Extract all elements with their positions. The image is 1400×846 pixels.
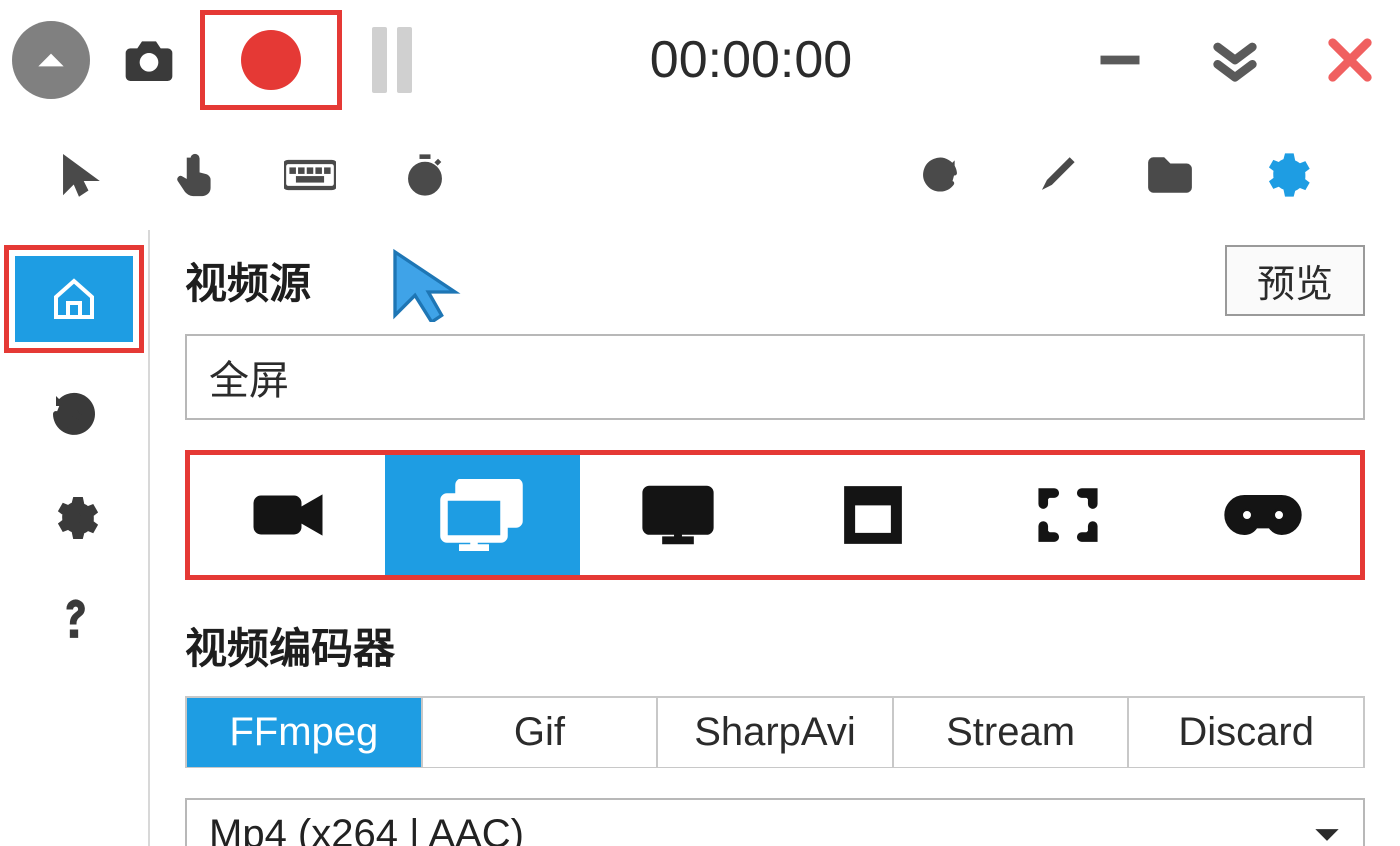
camera-video-icon [252,487,324,543]
record-icon [241,30,301,90]
sidebar-item-home-highlight [4,245,144,353]
window-icon [840,482,906,548]
expand-up-icon [32,41,70,79]
keystroke-capture-button[interactable] [275,140,345,210]
minimize-button[interactable] [1090,30,1150,90]
pause-icon [372,27,387,93]
preview-button[interactable]: 预览 [1225,245,1365,316]
encoder-tab-sharpavi[interactable]: SharpAvi [657,697,893,768]
source-gamepad[interactable] [1165,455,1360,575]
output-format-value: Mp4 (x264 | AAC) [209,812,1313,846]
monitor-icon [640,483,716,547]
video-encoder-title: 视频编码器 [185,615,1365,676]
collapse-down-icon [1209,34,1261,86]
close-button[interactable] [1320,30,1380,90]
options-toolbar [0,120,1400,230]
gamepad-icon [1223,489,1303,541]
video-source-header: 视频源 预览 [185,230,1365,316]
refresh-icon [918,153,962,197]
refresh-button[interactable] [905,140,975,210]
folder-icon [1145,153,1195,197]
cursor-capture-button[interactable] [45,140,115,210]
collapse-button[interactable] [1205,30,1265,90]
encoder-tabs: FFmpeg Gif SharpAvi Stream Discard [185,696,1365,768]
region-icon [1035,482,1101,548]
camera-icon [121,32,177,88]
window-controls [1090,30,1380,90]
left-sidebar [0,230,150,846]
output-folder-button[interactable] [1135,140,1205,210]
encoder-tab-ffmpeg[interactable]: FFmpeg [186,697,422,768]
video-source-input[interactable]: 全屏 [185,334,1365,420]
top-toolbar: 00:00:00 [0,0,1400,120]
cursor-icon [58,153,102,197]
source-camera[interactable] [190,455,385,575]
timer-button[interactable] [390,140,460,210]
video-source-types [185,450,1365,580]
record-button[interactable] [200,10,342,110]
settings-icon [1259,149,1311,201]
encoder-tab-gif[interactable]: Gif [422,697,658,768]
home-icon [50,275,98,323]
pause-button[interactable] [372,27,412,93]
history-icon [50,390,98,438]
source-window[interactable] [775,455,970,575]
output-format-select[interactable]: Mp4 (x264 | AAC) [185,798,1365,846]
expand-up-button[interactable] [12,21,90,99]
touch-icon [173,153,217,197]
main-body: 视频源 预览 全屏 视频编码器 [0,230,1400,846]
brush-button[interactable] [1020,140,1090,210]
sidebar-item-history[interactable] [15,371,133,457]
gear-icon [50,494,98,542]
cursor-decoration-icon [385,242,465,322]
brush-icon [1033,153,1077,197]
keyboard-icon [284,155,336,195]
minimize-icon [1094,34,1146,86]
source-monitor[interactable] [580,455,775,575]
help-icon [54,594,94,650]
close-icon [1324,34,1376,86]
source-region[interactable] [970,455,1165,575]
chevron-down-icon [1313,826,1341,844]
settings-button[interactable] [1250,140,1320,210]
sidebar-item-home[interactable] [15,256,133,342]
screenshot-button[interactable] [118,29,180,91]
encoder-tab-discard[interactable]: Discard [1128,697,1364,768]
sidebar-item-help[interactable] [15,579,133,665]
screens-icon [438,479,528,551]
main-panel: 视频源 预览 全屏 视频编码器 [150,230,1400,846]
video-source-title: 视频源 [185,250,311,311]
timer-display: 00:00:00 [442,30,1060,90]
sidebar-item-settings[interactable] [15,475,133,561]
click-capture-button[interactable] [160,140,230,210]
stopwatch-icon [403,153,447,197]
source-screens[interactable] [385,455,580,575]
encoder-tab-stream[interactable]: Stream [893,697,1129,768]
